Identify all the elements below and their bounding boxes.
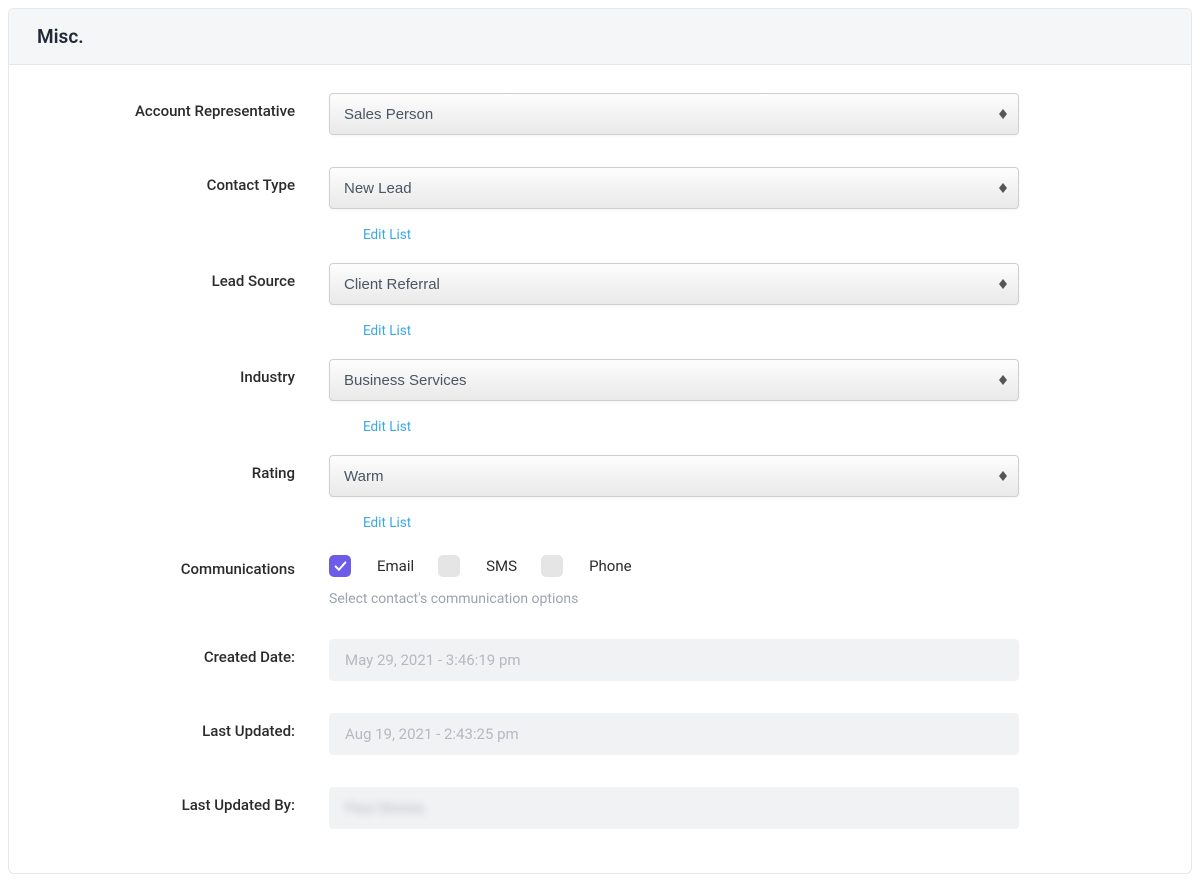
label-rating: Rating [49, 455, 329, 482]
select-wrap-rating: Warm [329, 455, 1019, 497]
field-last-updated: Aug 19, 2021 - 2:43:25 pm [329, 713, 1019, 755]
label-last-updated: Last Updated: [49, 713, 329, 740]
checkbox-label-phone: Phone [589, 557, 632, 575]
checkbox-item-sms: SMS [438, 555, 517, 577]
select-wrap-contact-type: New Lead [329, 167, 1019, 209]
panel-title: Misc. [37, 25, 1163, 48]
last-updated-by-outer: Paul Stones [329, 787, 1019, 829]
lead-source-select[interactable]: Client Referral [329, 263, 1019, 305]
account-rep-select[interactable]: Sales Person [329, 93, 1019, 135]
created-date-value: May 29, 2021 - 3:46:19 pm [329, 639, 1019, 681]
row-industry: Industry Business Services [49, 359, 1131, 401]
field-communications: Email SMS Phone Select contact's communi… [329, 551, 1019, 607]
last-updated-value: Aug 19, 2021 - 2:43:25 pm [329, 713, 1019, 755]
row-contact-type: Contact Type New Lead [49, 167, 1131, 209]
checkbox-item-phone: Phone [541, 555, 632, 577]
last-updated-by-value: Paul Stones [345, 787, 424, 829]
select-wrap-account-rep: Sales Person [329, 93, 1019, 135]
row-last-updated: Last Updated: Aug 19, 2021 - 2:43:25 pm [49, 713, 1131, 755]
checkbox-sms[interactable] [438, 555, 460, 577]
label-account-rep: Account Representative [49, 93, 329, 120]
misc-panel: Misc. Account Representative Sales Perso… [8, 8, 1192, 874]
panel-header: Misc. [9, 9, 1191, 65]
edit-list-lead-source[interactable]: Edit List [363, 323, 411, 339]
contact-type-select[interactable]: New Lead [329, 167, 1019, 209]
row-rating: Rating Warm [49, 455, 1131, 497]
checkbox-label-email: Email [377, 557, 414, 575]
communications-help-text: Select contact's communication options [329, 591, 1019, 607]
field-created-date: May 29, 2021 - 3:46:19 pm [329, 639, 1019, 681]
industry-select[interactable]: Business Services [329, 359, 1019, 401]
check-icon [334, 560, 347, 573]
edit-list-industry[interactable]: Edit List [363, 419, 411, 435]
row-created-date: Created Date: May 29, 2021 - 3:46:19 pm [49, 639, 1131, 681]
label-communications: Communications [49, 551, 329, 578]
rating-select[interactable]: Warm [329, 455, 1019, 497]
label-industry: Industry [49, 359, 329, 386]
row-account-rep: Account Representative Sales Person [49, 93, 1131, 135]
checkbox-phone[interactable] [541, 555, 563, 577]
row-lead-source: Lead Source Client Referral [49, 263, 1131, 305]
label-contact-type: Contact Type [49, 167, 329, 194]
field-industry: Business Services [329, 359, 1019, 401]
panel-body: Account Representative Sales Person Cont… [9, 65, 1191, 873]
edit-list-rating[interactable]: Edit List [363, 515, 411, 531]
field-lead-source: Client Referral [329, 263, 1019, 305]
select-wrap-lead-source: Client Referral [329, 263, 1019, 305]
row-communications: Communications Email SMS P [49, 551, 1131, 607]
checkbox-email[interactable] [329, 555, 351, 577]
edit-list-contact-type[interactable]: Edit List [363, 227, 411, 243]
field-contact-type: New Lead [329, 167, 1019, 209]
select-wrap-industry: Business Services [329, 359, 1019, 401]
field-last-updated-by: Paul Stones [329, 787, 1019, 829]
checkbox-item-email: Email [329, 555, 414, 577]
label-lead-source: Lead Source [49, 263, 329, 290]
field-rating: Warm [329, 455, 1019, 497]
label-last-updated-by: Last Updated By: [49, 787, 329, 814]
row-last-updated-by: Last Updated By: Paul Stones [49, 787, 1131, 829]
checkbox-label-sms: SMS [486, 557, 517, 575]
communications-checkbox-group: Email SMS Phone [329, 551, 1019, 577]
label-created-date: Created Date: [49, 639, 329, 666]
field-account-rep: Sales Person [329, 93, 1019, 135]
